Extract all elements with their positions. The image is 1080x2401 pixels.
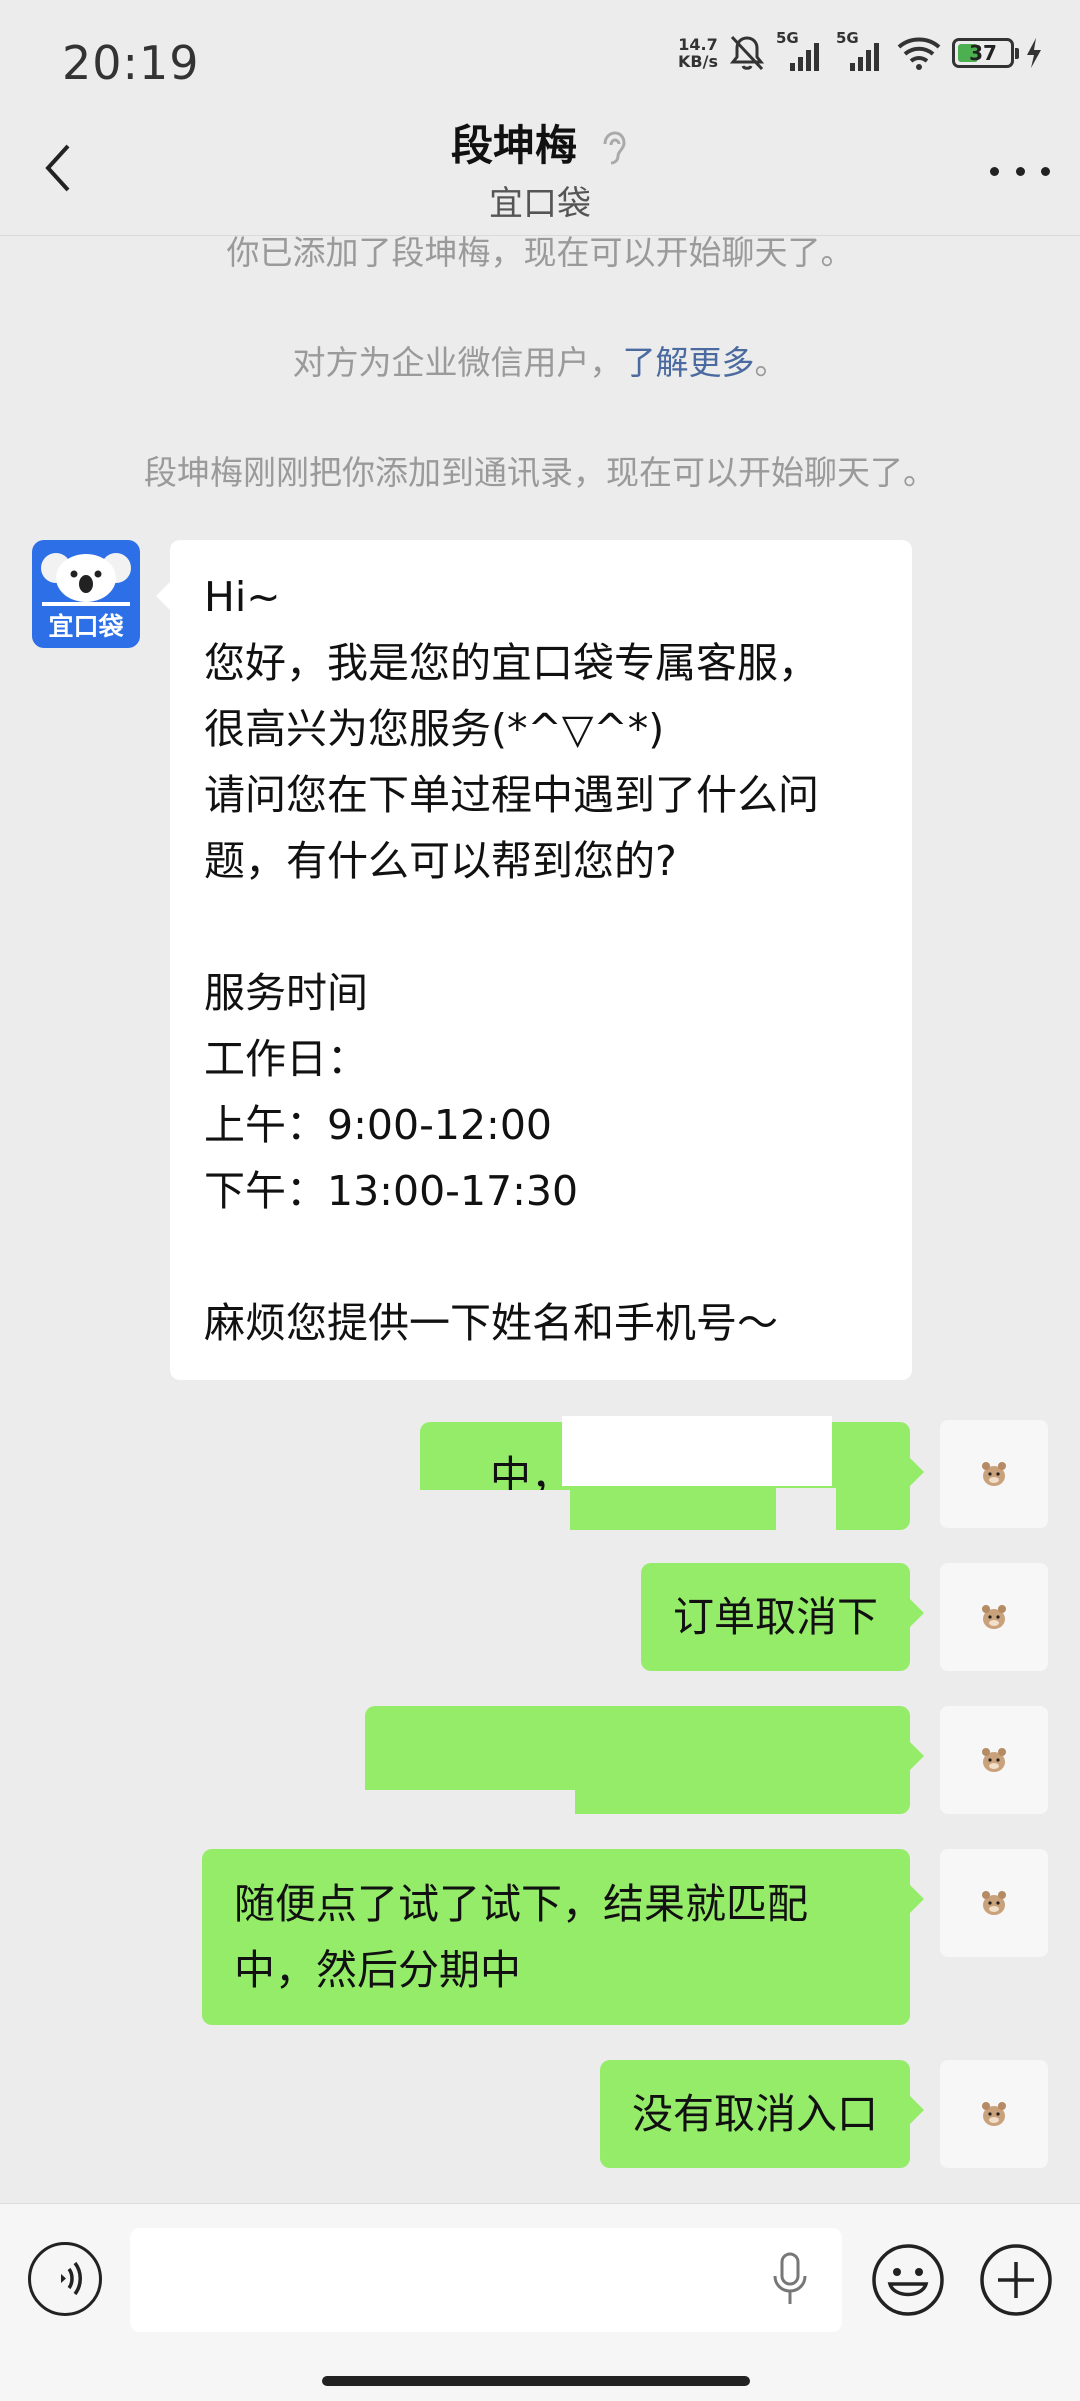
signal-bars-icon <box>850 43 879 71</box>
plus-icon[interactable] <box>978 2242 1054 2318</box>
message-line: 下午：13:00-17:30 <box>204 1167 579 1215</box>
home-indicator[interactable] <box>322 2376 750 2386</box>
message-line <box>204 894 880 960</box>
message-line: 题，有什么可以帮到您的? <box>204 837 677 885</box>
outgoing-message-bubble[interactable]: 订单取消下 <box>641 1563 924 1671</box>
learn-more-link[interactable]: 了解更多 <box>623 343 755 382</box>
more-dot <box>990 166 999 176</box>
battery-icon: 37 <box>952 38 1019 68</box>
message-text: 没有取消入口 <box>632 2090 878 2138</box>
message-line: 请问您在下单过程中遇到了什么问 <box>204 771 819 819</box>
message-line: Hi~ <box>204 573 281 621</box>
message-input[interactable] <box>130 2228 842 2332</box>
ear-icon <box>603 130 626 164</box>
message-line: 您好，我是您的宜口袋专属客服， <box>204 639 819 687</box>
mic-icon[interactable] <box>770 2250 810 2310</box>
enterprise-notice-text: 对方为企业微信用户， <box>292 343 623 382</box>
net-speed-unit: KB/s <box>678 52 718 71</box>
message-text: 订单取消下 <box>673 1593 878 1641</box>
net-speed-value: 14.7 <box>678 35 718 54</box>
signal-2: 5G <box>836 29 886 73</box>
input-bar <box>0 2203 1080 2401</box>
status-icons: 14.7 KB/s 5G 5G 37 <box>678 29 1044 76</box>
hamster-avatar-icon <box>982 1462 1006 1486</box>
redaction-mark <box>420 1490 570 1534</box>
system-message-added: 你已添加了段坤梅，现在可以开始聊天了。 <box>226 233 854 272</box>
message-text-line: 中，然后分期中 <box>234 1946 521 1994</box>
status-time: 20:19 <box>62 36 200 90</box>
message-line <box>204 1224 880 1290</box>
system-message-contacts: 段坤梅刚刚把你添加到通讯录，现在可以开始聊天了。 <box>144 453 936 492</box>
redaction-mark <box>562 1416 832 1486</box>
hamster-avatar-icon <box>982 2102 1006 2126</box>
more-dot <box>1015 166 1025 176</box>
message-line: 麻烦您提供一下姓名和手机号～ <box>204 1299 778 1347</box>
more-dot <box>1041 166 1050 176</box>
charging-icon <box>1027 38 1041 68</box>
user-avatar[interactable] <box>940 2060 1048 2168</box>
voice-icon[interactable] <box>28 2242 102 2316</box>
emoji-icon[interactable] <box>870 2242 946 2318</box>
hamster-avatar-icon <box>982 1891 1006 1915</box>
user-avatar[interactable] <box>940 1706 1048 1814</box>
redaction-mark <box>776 1488 836 1534</box>
chat-header: 段坤梅 宜口袋 <box>0 100 1080 236</box>
signal-bars-icon <box>790 43 819 71</box>
system-message-enterprise: 对方为企业微信用户，了解更多。 <box>0 336 1080 384</box>
signal-1: 5G <box>776 29 826 73</box>
outgoing-message-bubble[interactable]: 随便点了试了试下，结果就匹配 中，然后分期中 <box>202 1849 924 2025</box>
wifi-icon <box>897 37 941 70</box>
net-speed: 14.7 KB/s <box>678 36 718 70</box>
more-options-button[interactable] <box>990 156 1050 186</box>
redaction-mark <box>330 1790 575 1820</box>
user-avatar[interactable] <box>940 1563 1048 1671</box>
user-avatar[interactable] <box>940 1420 1048 1528</box>
hamster-avatar-icon <box>982 1605 1006 1629</box>
message-text-line: 随便点了试了试下，结果就匹配 <box>234 1880 808 1928</box>
battery-level: 37 <box>969 41 997 65</box>
voice-wave-icon <box>61 2261 82 2296</box>
avatar-brand-text: 宜口袋 <box>48 612 124 641</box>
outgoing-message-bubble[interactable]: 没有取消入口 <box>600 2060 924 2168</box>
message-line: 很高兴为您服务(*^▽^*) <box>204 705 665 753</box>
message-line: 服务时间 <box>204 969 368 1017</box>
bell-off-icon <box>729 35 765 71</box>
message-line: 工作日： <box>204 1035 368 1083</box>
chat-subtitle: 宜口袋 <box>489 184 591 224</box>
user-avatar[interactable] <box>940 1849 1048 1957</box>
chat-title-text: 段坤梅 <box>450 121 577 170</box>
contact-avatar[interactable]: 宜口袋 <box>32 540 140 648</box>
chat-title: 段坤梅 <box>0 112 1080 173</box>
enterprise-notice-suffix: 。 <box>754 343 788 382</box>
hamster-avatar-icon <box>982 1748 1006 1772</box>
incoming-message-bubble[interactable]: Hi~ 您好，我是您的宜口袋专属客服， 很高兴为您服务(*^▽^*) 请问您在下… <box>156 540 912 1380</box>
message-line: 上午：9:00-12:00 <box>204 1101 553 1149</box>
